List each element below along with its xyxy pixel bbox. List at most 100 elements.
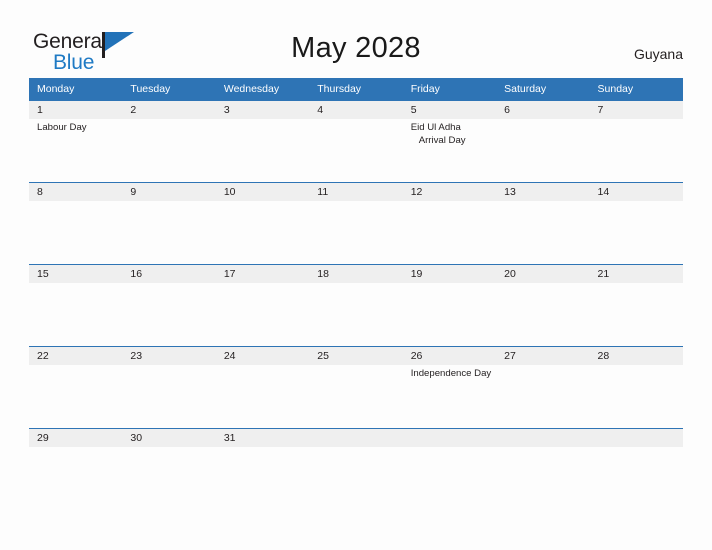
calendar-day-cell[interactable]: 2 [122, 100, 216, 183]
weekday-header-wednesday: Wednesday [215, 78, 310, 101]
calendar-day-cell[interactable]: 19 [402, 264, 497, 347]
day-cell-inner: 25 [309, 347, 403, 428]
calendar-day-cell[interactable]: 26 Independence Day [402, 346, 497, 429]
calendar-day-cell[interactable]: 22 [29, 346, 123, 429]
calendar-day-cell[interactable]: 1 Labour Day [29, 100, 123, 183]
calendar-day-cell[interactable]: 7 [589, 100, 683, 183]
calendar-week-row: 8 9 10 11 12 13 14 [29, 182, 683, 265]
calendar-day-cell[interactable]: 11 [309, 182, 403, 265]
calendar-day-cell[interactable]: 6 [496, 100, 590, 183]
calendar-day-cell[interactable]: 12 [402, 182, 497, 265]
calendar-day-cell[interactable]: 21 [589, 264, 683, 347]
day-number: 2 [122, 101, 216, 119]
day-number: 8 [29, 183, 123, 201]
calendar-week-row: 1 Labour Day 2 3 4 5 Eid Ul Adha Arrival Day 6 7 [29, 100, 683, 183]
calendar-day-cell[interactable]: 30 [122, 428, 216, 510]
calendar-day-cell[interactable]: 27 [496, 346, 590, 429]
day-cell-inner: 3 [215, 101, 310, 182]
day-cell-inner: 2 [122, 101, 216, 182]
day-events [216, 365, 309, 368]
calendar-day-cell[interactable]: 31 [215, 428, 310, 510]
weekday-header-monday: Monday [29, 78, 123, 101]
calendar-day-cell[interactable]: 8 [29, 182, 123, 265]
calendar-week-row: 29 30 31 [29, 428, 683, 510]
day-number: 13 [496, 183, 590, 201]
day-cell-inner: 26 Independence Day [402, 347, 497, 428]
calendar-day-cell[interactable] [496, 428, 590, 510]
day-events [496, 201, 589, 204]
calendar-day-cell[interactable]: 15 [29, 264, 123, 347]
day-number: 14 [589, 183, 683, 201]
day-cell-inner: 15 [29, 265, 123, 346]
day-events: Independence Day [403, 365, 496, 381]
day-events: Labour Day [29, 119, 122, 135]
calendar-body: 1 Labour Day 2 3 4 5 Eid Ul Adha Arrival Day 6 7 8… [29, 100, 683, 510]
day-cell-inner [496, 429, 590, 510]
day-events [309, 201, 402, 204]
day-number [309, 429, 403, 447]
calendar-week-row: 15 16 17 18 19 20 21 [29, 264, 683, 347]
weekday-header-row: Monday Tuesday Wednesday Thursday Friday… [29, 78, 683, 101]
calendar-day-cell[interactable]: 16 [122, 264, 216, 347]
calendar-day-cell[interactable] [309, 428, 403, 510]
day-number: 6 [496, 101, 590, 119]
calendar-day-cell[interactable]: 18 [309, 264, 403, 347]
day-number: 19 [402, 265, 497, 283]
day-events [216, 119, 309, 122]
day-events: Eid Ul Adha Arrival Day [403, 119, 496, 147]
calendar-day-cell[interactable]: 28 [589, 346, 683, 429]
calendar-day-cell[interactable]: 9 [122, 182, 216, 265]
day-number: 26 [402, 347, 497, 365]
day-number [496, 429, 590, 447]
day-events [216, 201, 309, 204]
day-cell-inner: 10 [215, 183, 310, 264]
calendar-day-cell[interactable]: 17 [215, 264, 310, 347]
day-events [403, 283, 496, 286]
holiday-event-label: Eid Ul Adha [410, 122, 461, 133]
day-cell-inner: 21 [589, 265, 683, 346]
day-cell-inner: 28 [589, 347, 683, 428]
day-cell-inner: 16 [122, 265, 216, 346]
day-cell-inner: 31 [215, 429, 310, 510]
day-number: 1 [29, 101, 123, 119]
day-number: 18 [309, 265, 403, 283]
day-events [309, 365, 402, 368]
day-number: 30 [122, 429, 216, 447]
day-cell-inner: 1 Labour Day [29, 101, 123, 182]
day-number: 5 [402, 101, 497, 119]
day-events [122, 365, 215, 368]
day-cell-inner: 23 [122, 347, 216, 428]
calendar-day-cell[interactable]: 14 [589, 182, 683, 265]
day-number: 21 [589, 265, 683, 283]
calendar-day-cell[interactable]: 10 [215, 182, 310, 265]
day-cell-inner: 6 [496, 101, 590, 182]
day-cell-inner: 7 [589, 101, 683, 182]
calendar-day-cell[interactable]: 29 [29, 428, 123, 510]
calendar-day-cell[interactable]: 24 [215, 346, 310, 429]
calendar-day-cell[interactable]: 3 [215, 100, 310, 183]
day-cell-inner: 27 [496, 347, 590, 428]
day-cell-inner: 20 [496, 265, 590, 346]
day-cell-inner: 4 [309, 101, 403, 182]
day-number: 29 [29, 429, 123, 447]
day-events [309, 119, 402, 122]
day-events [29, 447, 122, 450]
weekday-header-friday: Friday [402, 78, 497, 101]
calendar-day-cell[interactable]: 23 [122, 346, 216, 429]
day-cell-inner: 11 [309, 183, 403, 264]
day-events [590, 201, 683, 204]
calendar-day-cell[interactable]: 13 [496, 182, 590, 265]
day-cell-inner: 17 [215, 265, 310, 346]
calendar-day-cell[interactable] [589, 428, 683, 510]
calendar-day-cell[interactable]: 25 [309, 346, 403, 429]
day-cell-inner: 18 [309, 265, 403, 346]
calendar-day-cell[interactable] [402, 428, 497, 510]
calendar-day-cell[interactable]: 4 [309, 100, 403, 183]
weekday-header-saturday: Saturday [496, 78, 590, 101]
day-cell-inner: 12 [402, 183, 497, 264]
day-cell-inner: 8 [29, 183, 123, 264]
calendar-day-cell[interactable]: 5 Eid Ul Adha Arrival Day [402, 100, 497, 183]
day-number: 12 [402, 183, 497, 201]
day-events [403, 201, 496, 204]
calendar-day-cell[interactable]: 20 [496, 264, 590, 347]
